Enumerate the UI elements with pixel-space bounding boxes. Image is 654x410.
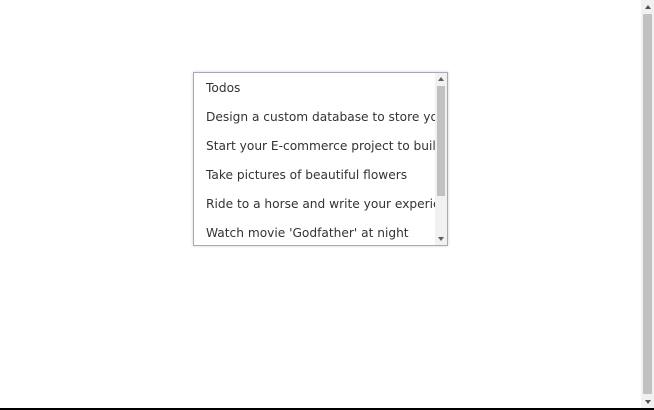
todo-items[interactable]: Todos Design a custom database to store …	[194, 73, 435, 245]
page-scrollbar-thumb[interactable]	[643, 14, 652, 394]
triangle-down-icon	[644, 399, 651, 404]
page-scroll-up-button[interactable]	[641, 0, 654, 13]
list-scroll-up-button[interactable]	[435, 73, 447, 85]
triangle-up-icon	[644, 4, 651, 9]
page-scroll-down-button[interactable]	[641, 395, 654, 408]
list-item[interactable]: Take pictures of beautiful flowers	[194, 160, 435, 189]
list-scrollbar-thumb[interactable]	[437, 86, 445, 196]
list-item[interactable]: Start your E-commerce project to build	[194, 131, 435, 160]
list-item[interactable]: Todos	[194, 73, 435, 102]
list-item[interactable]: Ride to a horse and write your experienc…	[194, 189, 435, 218]
list-item[interactable]: Watch movie 'Godfather' at night	[194, 218, 435, 245]
page-scrollbar[interactable]	[641, 0, 654, 408]
list-item[interactable]: Design a custom database to store your d…	[194, 102, 435, 131]
list-scroll-down-button[interactable]	[435, 233, 447, 245]
triangle-up-icon	[438, 77, 444, 81]
page-viewport: Todos Design a custom database to store …	[0, 0, 641, 408]
todo-listbox[interactable]: Todos Design a custom database to store …	[193, 72, 448, 246]
list-scrollbar[interactable]	[435, 73, 447, 245]
triangle-down-icon	[438, 237, 444, 241]
